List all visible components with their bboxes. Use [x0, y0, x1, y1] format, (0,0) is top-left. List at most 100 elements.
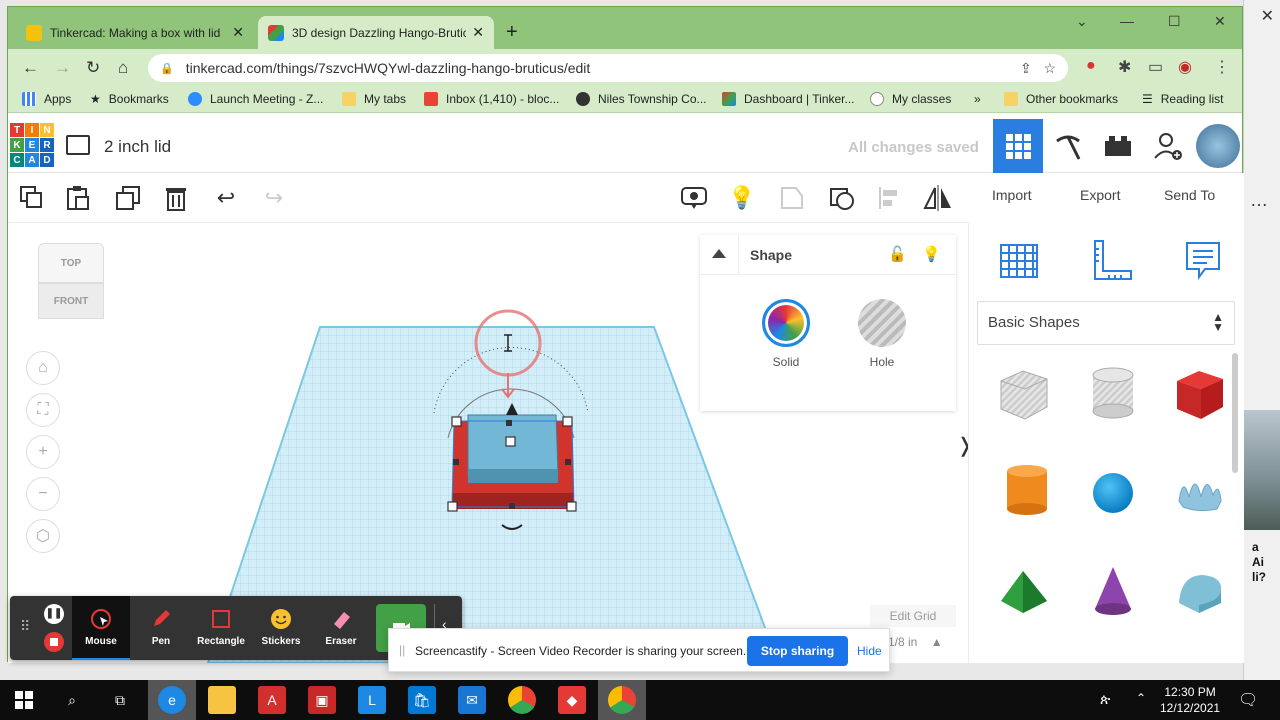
box-hole-shape[interactable]: [993, 363, 1053, 423]
fit-view-button[interactable]: ⛶: [26, 393, 60, 427]
zoom-in-button[interactable]: +: [26, 435, 60, 469]
mail-app[interactable]: ✉: [458, 686, 486, 714]
send-to-button[interactable]: Send To: [1164, 187, 1215, 203]
shape-category-select[interactable]: Basic Shapes ▲ ▼: [977, 301, 1235, 345]
delete-button[interactable]: [160, 183, 192, 213]
bookmark-bookmarks[interactable]: ★ Bookmarks: [90, 92, 169, 106]
collapse-triangle-icon[interactable]: [712, 249, 726, 258]
other-bookmarks[interactable]: Other bookmarks: [1004, 92, 1118, 106]
perspective-button[interactable]: ⬡: [26, 519, 60, 553]
design-title[interactable]: 2 inch lid: [104, 137, 171, 157]
eraser-tool[interactable]: Eraser: [312, 596, 370, 660]
sphere-shape[interactable]: [1083, 461, 1143, 521]
ungroup-button[interactable]: [826, 183, 858, 213]
home-view-button[interactable]: ⌂: [26, 351, 60, 385]
bookmark-my-tabs[interactable]: My tabs: [342, 92, 406, 106]
drag-handle-icon[interactable]: ⠿: [20, 618, 30, 635]
notes-icon[interactable]: [1177, 235, 1229, 287]
store-app[interactable]: 🛍: [408, 686, 436, 714]
notification-icon[interactable]: 🗨: [1238, 690, 1258, 710]
access-app[interactable]: ▣: [308, 686, 336, 714]
edge-app[interactable]: e: [158, 686, 186, 714]
tinkercad-logo[interactable]: T I N K E R C A D: [10, 123, 54, 167]
scribble-shape[interactable]: [1169, 461, 1229, 521]
mirror-button[interactable]: [922, 183, 954, 213]
chrome-app-active[interactable]: [608, 686, 636, 714]
sketchup-app[interactable]: ◆: [558, 686, 586, 714]
edit-grid-button[interactable]: Edit Grid: [870, 605, 956, 627]
align-button[interactable]: [874, 183, 906, 213]
cylinder-shape[interactable]: [997, 461, 1057, 521]
search-button[interactable]: ⌕: [58, 686, 86, 714]
system-clock[interactable]: 12:30 PM 12/12/2021: [1160, 684, 1220, 716]
pen-tool[interactable]: Pen: [132, 596, 190, 660]
redo-button[interactable]: ↪: [258, 183, 290, 213]
collapse-panel-button[interactable]: ❭: [957, 423, 968, 467]
screencastify-extension-icon[interactable]: ●: [1086, 57, 1096, 75]
design-list-icon[interactable]: [66, 135, 90, 155]
start-button[interactable]: [10, 686, 38, 714]
round-roof-shape[interactable]: [1169, 561, 1229, 621]
menu-icon[interactable]: ⋮: [1214, 57, 1230, 77]
copy-button[interactable]: [16, 183, 48, 213]
task-view-button[interactable]: ⧉: [106, 686, 134, 714]
export-button[interactable]: Export: [1080, 187, 1120, 203]
roof-shape[interactable]: [993, 561, 1053, 621]
reading-list[interactable]: ☰ Reading list: [1142, 92, 1223, 106]
bookmarks-overflow[interactable]: »: [974, 92, 981, 106]
bricks-view-button[interactable]: [1093, 119, 1143, 173]
back-icon[interactable]: ←: [22, 58, 39, 78]
stop-recording-button[interactable]: [44, 632, 64, 652]
lightbulb-icon[interactable]: 💡: [922, 245, 941, 263]
close-tab-icon[interactable]: ✕: [232, 24, 244, 41]
people-icon[interactable]: ጵ: [1100, 691, 1110, 708]
close-tab-icon[interactable]: ✕: [472, 24, 484, 41]
tab-3d-design[interactable]: 3D design Dazzling Hango-Bruticus ✕: [258, 16, 494, 49]
address-bar[interactable]: 🔒 tinkercad.com/things/7szvcHWQYwl-dazzl…: [148, 54, 1068, 82]
maximize-icon[interactable]: ☐: [1168, 13, 1181, 30]
view-cube-top[interactable]: TOP: [38, 243, 104, 283]
forward-icon[interactable]: →: [54, 58, 71, 78]
file-explorer-app[interactable]: [208, 686, 236, 714]
notes-button[interactable]: 💡: [726, 183, 758, 213]
pause-button[interactable]: ❚❚: [44, 604, 64, 624]
blocks-view-button[interactable]: [1043, 119, 1093, 173]
reload-icon[interactable]: ↻: [86, 58, 100, 78]
tab-tinkercad-box[interactable]: Tinkercad: Making a box with lid ✕: [16, 16, 254, 49]
stickers-tool[interactable]: Stickers: [252, 596, 310, 660]
library-scrollbar[interactable]: [1232, 353, 1238, 473]
bookmark-apps[interactable]: Apps: [22, 92, 71, 106]
invite-user-button[interactable]: [1143, 119, 1193, 173]
solid-option[interactable]: Solid: [756, 299, 816, 369]
show-all-button[interactable]: [678, 183, 710, 213]
zoom-out-button[interactable]: −: [26, 477, 60, 511]
hide-button[interactable]: Hide: [857, 644, 882, 658]
bookmark-niles[interactable]: Niles Township Co...: [576, 92, 707, 106]
share-bookmark-icons[interactable]: ⇪ ☆: [1020, 60, 1056, 77]
lock-icon[interactable]: 🔓: [888, 245, 907, 263]
rectangle-tool[interactable]: Rectangle: [192, 596, 250, 660]
bookmark-inbox[interactable]: Inbox (1,410) - bloc...: [424, 92, 559, 106]
workplane-icon[interactable]: [993, 235, 1045, 287]
bookmark-dashboard[interactable]: Dashboard | Tinker...: [722, 92, 855, 106]
acrobat-app[interactable]: A: [258, 686, 286, 714]
drag-handle-icon[interactable]: ||: [399, 643, 405, 657]
group-button[interactable]: [776, 183, 808, 213]
minimize-icon[interactable]: —: [1120, 13, 1134, 29]
chrome-app[interactable]: [508, 686, 536, 714]
tab-search-icon[interactable]: ⌄: [1076, 13, 1088, 30]
duplicate-button[interactable]: [112, 183, 144, 213]
profile-avatar[interactable]: ◉: [1178, 57, 1192, 77]
view-cube[interactable]: TOP FRONT: [38, 243, 104, 323]
home-icon[interactable]: ⌂: [118, 58, 128, 78]
snap-grid-select[interactable]: 1/8 in ▲: [888, 635, 943, 649]
bookmark-zoom[interactable]: Launch Meeting - Z...: [188, 92, 323, 106]
lock-icon[interactable]: 🔒: [160, 62, 174, 75]
cylinder-hole-shape[interactable]: [1083, 363, 1143, 423]
cast-icon[interactable]: ▭: [1148, 57, 1163, 77]
3d-design-view-button[interactable]: [993, 119, 1043, 173]
window-close-icon[interactable]: ✕: [1214, 13, 1226, 30]
bookmark-my-classes[interactable]: My classes: [870, 92, 951, 106]
chevron-up-icon[interactable]: ⌃: [1136, 691, 1146, 705]
user-avatar[interactable]: [1193, 119, 1243, 173]
